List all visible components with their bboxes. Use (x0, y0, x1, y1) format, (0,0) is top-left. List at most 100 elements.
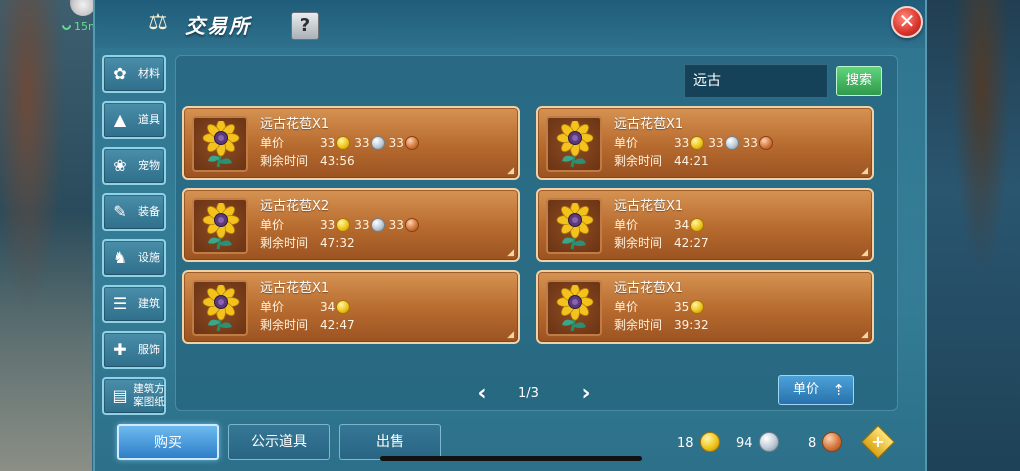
bronze-coin-icon (822, 432, 843, 452)
silver-price: 33 (354, 136, 370, 150)
time-remaining: 42:47 (320, 318, 355, 332)
category-label: 材料 (138, 67, 160, 80)
facility-icon: ♞ (112, 248, 128, 267)
titlebar: ⚖ 交易所 ? ✕ (95, 0, 925, 48)
category-button-2[interactable]: ❀ 宠物 (102, 147, 166, 185)
listing-card[interactable]: 远古花苞X2 单价 33 33 33 剩余时间 47:32 ◢ (182, 188, 520, 262)
price-row: 单价 33 33 33 (614, 134, 777, 152)
time-row: 剩余时间 47:32 (260, 234, 355, 252)
chevron-right-icon: › (581, 381, 591, 406)
corner-decoration-icon: ◢ (507, 248, 514, 258)
tool-icon: ▲ (113, 110, 127, 129)
flower-bud-icon (546, 198, 602, 254)
item-name: 远古花苞X1 (260, 281, 330, 296)
gold-price: 33 (320, 218, 336, 232)
search-input[interactable]: 远古 (684, 64, 828, 98)
time-label: 剩余时间 (614, 318, 663, 332)
category-button-7[interactable]: ▤ 建筑方 案图纸 (102, 377, 166, 415)
chevron-left-icon: ‹ (477, 381, 487, 406)
silver-amount: 94 (736, 436, 753, 451)
flower-bud-icon (192, 280, 248, 336)
silver-price: 33 (354, 218, 370, 232)
sort-by-price-button[interactable]: 单价 ⇡ (778, 375, 854, 405)
price-label: 单价 (614, 136, 639, 150)
flower-bud-icon (192, 198, 248, 254)
clothing-icon: ✚ (113, 340, 127, 359)
blueprint-icon: ▤ (112, 386, 128, 405)
category-label: 服饰 (138, 343, 160, 356)
plus-icon: + (871, 432, 885, 451)
time-remaining: 42:27 (674, 236, 709, 250)
price-label: 单价 (614, 300, 639, 314)
silver-coin-icon (724, 136, 739, 150)
bronze-coin-icon (404, 136, 419, 150)
paw-icon: ❀ (113, 156, 127, 175)
item-name: 远古花苞X2 (260, 199, 330, 214)
listing-card[interactable]: 远古花苞X1 单价 33 33 33 剩余时间 43:56 ◢ (182, 106, 520, 180)
gold-coin-icon (690, 136, 705, 150)
bronze-price: 33 (742, 136, 758, 150)
equipment-icon: ✎ (113, 202, 127, 221)
next-page-button[interactable]: › (576, 382, 596, 406)
category-label: 设施 (138, 251, 160, 264)
listing-card[interactable]: 远古花苞X1 单价 35 剩余时间 39:32 ◢ (536, 270, 874, 344)
gold-coin-icon (336, 136, 351, 150)
time-remaining: 39:32 (674, 318, 709, 332)
window-title: 交易所 (185, 14, 251, 38)
bronze-price: 33 (388, 136, 404, 150)
corner-decoration-icon: ◢ (861, 248, 868, 258)
tab-public-items[interactable]: 公示道具 (228, 424, 330, 460)
category-button-1[interactable]: ▲ 道具 (102, 101, 166, 139)
close-button[interactable]: ✕ (891, 6, 923, 38)
bronze-amount: 8 (808, 436, 817, 451)
tab-buy[interactable]: 购买 (117, 424, 219, 460)
listing-card[interactable]: 远古花苞X1 单价 34 剩余时间 42:27 ◢ (536, 188, 874, 262)
item-name: 远古花苞X1 (614, 117, 684, 132)
category-label-line2: 案图纸 (133, 396, 165, 408)
category-button-5[interactable]: ☰ 建筑 (102, 285, 166, 323)
materials-icon: ✿ (113, 64, 127, 83)
listing-grid: 远古花苞X1 单价 33 33 33 剩余时间 43:56 ◢ 远古花苞X1 单价 33 33 33 剩余… (182, 106, 893, 352)
listings-panel: 远古 搜索 远古花苞X1 单价 33 33 33 剩余时间 43:56 ◢ 远古花苞X1 单价 33… (175, 55, 898, 411)
background-left-scene (0, 0, 92, 471)
category-label: 宠物 (138, 159, 160, 172)
prev-page-button[interactable]: ‹ (472, 382, 492, 406)
category-button-0[interactable]: ✿ 材料 (102, 55, 166, 93)
sort-arrow-icon: ⇡ (832, 381, 845, 399)
category-button-4[interactable]: ♞ 设施 (102, 239, 166, 277)
listing-card[interactable]: 远古花苞X1 单价 34 剩余时间 42:47 ◢ (182, 270, 520, 344)
flower-bud-icon (546, 116, 602, 172)
time-label: 剩余时间 (260, 154, 309, 168)
price-label: 单价 (260, 218, 285, 232)
flower-bud-icon (192, 116, 248, 172)
listing-card[interactable]: 远古花苞X1 单价 33 33 33 剩余时间 44:21 ◢ (536, 106, 874, 180)
gold-coin-icon (690, 218, 705, 232)
home-indicator[interactable] (380, 456, 642, 461)
bronze-coin-icon (404, 218, 419, 232)
sort-label: 单价 (793, 382, 820, 397)
exchange-window: ⚖ 交易所 ? ✕ ✿ 材料 ▲ 道具 ❀ 宠物 ✎ 装备 ♞ 设施 ☰ 建筑 ✚ 服饰 ▤ 建筑方 案图纸 远… (93, 0, 927, 471)
search-button[interactable]: 搜索 (836, 66, 882, 96)
gold-coin-icon (336, 218, 351, 232)
category-sidebar: ✿ 材料 ▲ 道具 ❀ 宠物 ✎ 装备 ♞ 设施 ☰ 建筑 ✚ 服饰 ▤ 建筑方 案图纸 (102, 55, 168, 423)
add-currency-button[interactable]: + (861, 425, 895, 459)
category-label: 装备 (138, 205, 160, 218)
item-name: 远古花苞X1 (614, 281, 684, 296)
help-button[interactable]: ? (291, 12, 319, 40)
corner-decoration-icon: ◢ (861, 330, 868, 340)
time-row: 剩余时间 44:21 (614, 152, 709, 170)
category-button-6[interactable]: ✚ 服饰 (102, 331, 166, 369)
wallet-silver: 94 (736, 432, 783, 452)
category-button-3[interactable]: ✎ 装备 (102, 193, 166, 231)
time-row: 剩余时间 39:32 (614, 316, 709, 334)
tab-sell[interactable]: 出售 (339, 424, 441, 460)
item-name: 远古花苞X1 (260, 117, 330, 132)
gold-coin-icon (699, 432, 720, 452)
gold-price: 33 (674, 136, 690, 150)
corner-decoration-icon: ◢ (507, 330, 514, 340)
silver-price: 33 (708, 136, 724, 150)
flower-bud-icon (546, 280, 602, 336)
price-row: 单价 35 (614, 298, 708, 316)
background-right-scene (924, 0, 1020, 471)
time-row: 剩余时间 42:47 (260, 316, 355, 334)
